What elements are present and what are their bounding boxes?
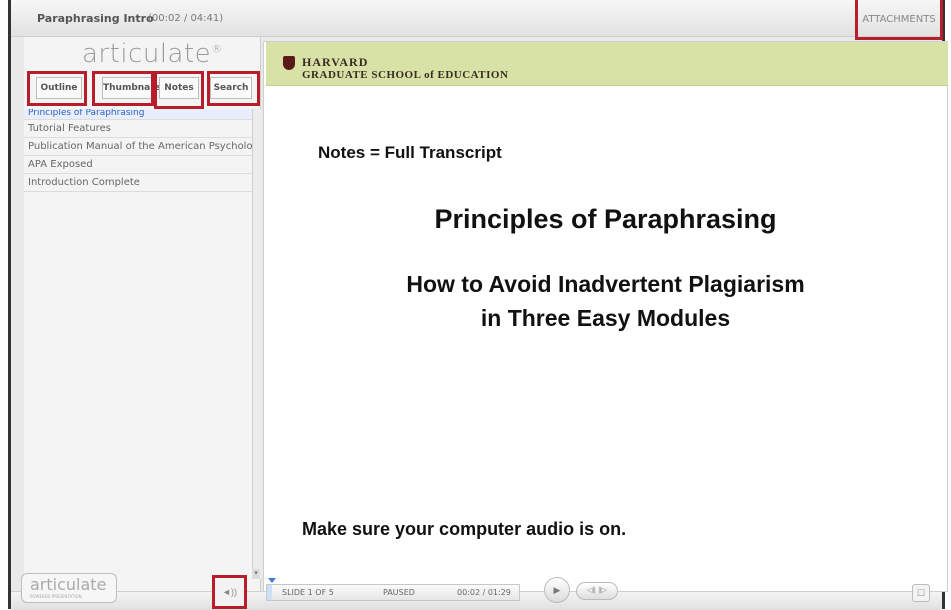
playback-status: PAUSED <box>383 588 415 597</box>
fullscreen-icon: ☐ <box>916 588 926 598</box>
slide-canvas: HARVARD GRADUATE SCHOOL of EDUCATION Not… <box>263 41 948 592</box>
attachments-button[interactable]: ATTACHMENTS <box>855 0 943 40</box>
outline-item-apa-exposed[interactable]: APA Exposed <box>24 156 252 174</box>
articulate-logo: articulate® <box>82 39 223 69</box>
slide-subtitle-line-1: How to Avoid Inadvertent Plagiarism <box>406 271 805 297</box>
notes-transcript-label: Notes = Full Transcript <box>318 143 502 162</box>
progress-fill <box>267 585 273 600</box>
slide-subtitle: How to Avoid Inadvertent Plagiarism in T… <box>264 267 947 335</box>
outline-item-publication-manual[interactable]: Publication Manual of the American Psych… <box>24 138 252 156</box>
harvard-shield-icon <box>283 56 295 70</box>
outline-list: Principles of Paraphrasing Tutorial Feat… <box>24 109 252 192</box>
banner-line-2: GRADUATE SCHOOL of EDUCATION <box>302 69 509 81</box>
progress-marker-icon[interactable] <box>268 578 276 583</box>
outline-item-principles[interactable]: Principles of Paraphrasing <box>24 109 252 120</box>
tab-search[interactable]: Search <box>210 77 252 99</box>
presentation-time: (00:02 / 04:41) <box>148 13 224 24</box>
scroll-down-arrow-icon[interactable]: ▾ <box>252 569 260 579</box>
presentation-title: Paraphrasing Intro <box>37 12 154 25</box>
harvard-banner: HARVARD GRADUATE SCHOOL of EDUCATION <box>266 42 948 86</box>
tab-outline[interactable]: Outline <box>36 77 82 99</box>
prev-next-buttons[interactable]: ◁∥ ∥▷ <box>576 582 618 600</box>
slide-subtitle-line-2: in Three Easy Modules <box>480 305 731 331</box>
speaker-icon: ◄)) <box>222 587 237 597</box>
title-bar: Paraphrasing Intro (00:02 / 04:41) ATTAC… <box>11 0 943 40</box>
tab-thumbnails[interactable]: Thumbnails <box>102 77 162 99</box>
audio-note: Make sure your computer audio is on. <box>302 519 627 539</box>
prev-next-icon: ◁∥ ∥▷ <box>587 587 607 594</box>
outline-item-tutorial[interactable]: Tutorial Features <box>24 120 252 138</box>
volume-button[interactable]: ◄)) <box>212 575 247 609</box>
fullscreen-button[interactable]: ☐ <box>912 584 930 602</box>
sidebar: articulate® Outline Thumbnails Notes Sea… <box>24 37 261 592</box>
outline-item-introduction-complete[interactable]: Introduction Complete <box>24 174 252 192</box>
slide-title: Principles of Paraphrasing <box>434 204 777 234</box>
play-button[interactable]: ▶ <box>544 577 570 603</box>
banner-line-1: HARVARD <box>302 55 369 69</box>
tab-notes[interactable]: Notes <box>159 77 199 99</box>
play-icon: ▶ <box>553 585 561 595</box>
outline-scrollbar[interactable] <box>252 109 261 579</box>
slide-time: 00:02 / 01:29 <box>457 588 511 597</box>
slide-counter: SLIDE 1 OF 5 <box>282 588 334 597</box>
player-window: Paraphrasing Intro (00:02 / 04:41) ATTAC… <box>8 0 948 610</box>
footer-logo: articulate POWERED PRESENTATION <box>21 573 117 603</box>
